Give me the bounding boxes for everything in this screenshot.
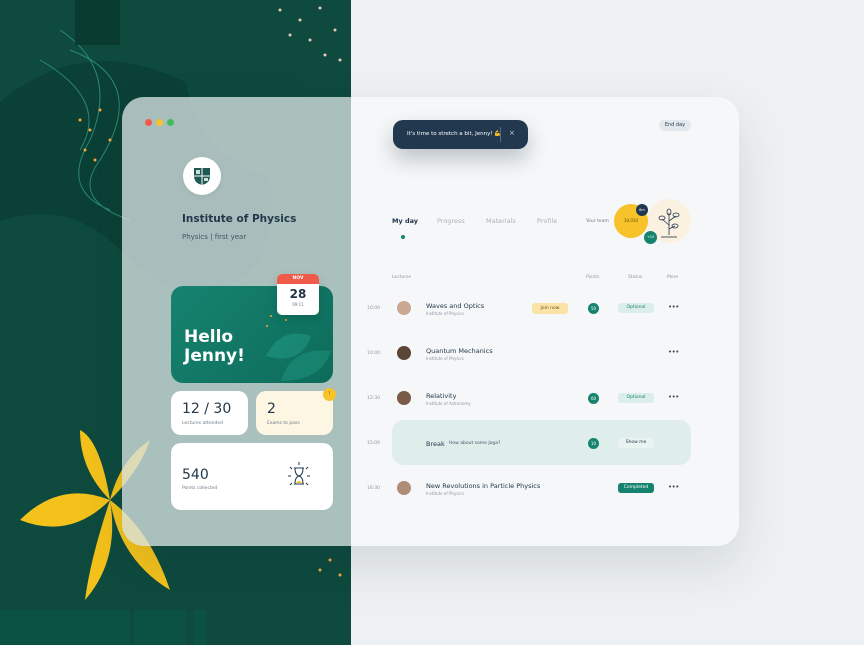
tab-profile[interactable]: Profile (537, 217, 557, 225)
column-header-status: Status (628, 275, 643, 280)
avatar (397, 301, 411, 315)
lecture-title[interactable]: Relativity (426, 392, 456, 400)
points-card[interactable]: 540 Points collected (171, 443, 333, 510)
main-panel (351, 97, 739, 546)
institute-subtitle: Physics | first year (182, 233, 247, 241)
window-controls (145, 119, 174, 126)
lecture-institute: Institute of Physics (426, 356, 464, 361)
date-month: NOV (277, 274, 319, 284)
notification-divider (500, 127, 501, 142)
active-tab-indicator (401, 235, 405, 239)
lecture-time: 10:00 (367, 351, 380, 356)
hourglass-icon (288, 462, 310, 486)
avatar (397, 391, 411, 405)
more-options-button[interactable]: ••• (668, 303, 679, 311)
column-header-points: Points (586, 275, 600, 280)
status-badge: Optional (618, 303, 654, 313)
points-badge: 50 (588, 303, 599, 314)
date-day: 28 (289, 287, 307, 301)
avatar (397, 346, 411, 360)
tab-progress[interactable]: Progress (437, 217, 465, 225)
lecture-time: 12:30 (367, 396, 380, 401)
more-options-button[interactable]: ••• (668, 483, 679, 491)
close-window-button[interactable] (145, 119, 152, 126)
institute-logo (183, 157, 221, 195)
your-team-label: Your team (586, 219, 609, 224)
lecture-institute: Institute of Physics (426, 491, 464, 496)
date-badge: NOV 28 09:11 (277, 274, 319, 315)
alert-badge: ! (323, 388, 336, 401)
more-options-button[interactable]: ••• (668, 393, 679, 401)
notification-text: It's time to stretch a bit, Jenny! 💪 (407, 131, 502, 137)
maximize-window-button[interactable] (167, 119, 174, 126)
minimize-window-button[interactable] (156, 119, 163, 126)
show-me-button[interactable]: Show me (618, 438, 654, 448)
exams-card[interactable]: ! 2 Exams to pass (256, 388, 336, 435)
lecture-title[interactable]: New Revolutions in Particle Physics (426, 482, 540, 490)
sidebar-panel: Institute of Physics Physics | first yea… (122, 97, 351, 546)
date-time: 09:11 (292, 302, 304, 307)
institute-name: Institute of Physics (182, 213, 297, 225)
points-value: 540 (182, 467, 209, 483)
stretch-notification: It's time to stretch a bit, Jenny! 💪 × (393, 120, 528, 149)
tab-my-day[interactable]: My day (392, 217, 418, 225)
lectures-attended-label: Lectures attended (182, 421, 223, 426)
exams-label: Exams to pass (267, 421, 300, 426)
avatar (397, 481, 411, 495)
close-icon[interactable]: × (509, 129, 515, 137)
app-window: Institute of Physics Physics | first yea… (122, 97, 739, 546)
lecture-institute: Institute of Astronomy (426, 401, 471, 406)
points-badge: 10 (588, 438, 599, 449)
lecture-time: 10:00 (367, 306, 380, 311)
join-now-button[interactable]: Join now (532, 303, 568, 314)
points-badge: 60 (588, 393, 599, 404)
team-score-dark[interactable]: 8m (636, 204, 648, 216)
lecture-title[interactable]: Quantum Mechanics (426, 347, 493, 355)
break-suggestion: How about some Joga? (449, 441, 501, 446)
greeting-text: Hello Jenny! (184, 327, 245, 366)
more-options-button[interactable]: ••• (668, 348, 679, 356)
lectures-attended-value: 12 / 30 (182, 401, 232, 417)
status-badge: Optional (618, 393, 654, 403)
lecture-title[interactable]: Waves and Optics (426, 302, 484, 310)
column-header-lectures: Lectures (392, 275, 412, 280)
column-header-more: More (667, 275, 679, 280)
lectures-attended-card[interactable]: 12 / 30 Lectures attended (171, 391, 248, 435)
status-badge: Completed (618, 483, 654, 493)
lecture-time: 15:00 (367, 441, 380, 446)
lecture-institute: Institute of Physics (426, 311, 464, 316)
points-label: Points collected (182, 486, 218, 491)
end-day-button[interactable]: End day (659, 120, 691, 131)
team-score-green[interactable]: +10 (644, 231, 657, 244)
lecture-time: 16:30 (367, 486, 380, 491)
tab-materials[interactable]: Materials (486, 217, 516, 225)
break-title: Break (426, 440, 445, 448)
exams-value: 2 (267, 401, 276, 417)
shield-crest-icon (194, 168, 210, 185)
